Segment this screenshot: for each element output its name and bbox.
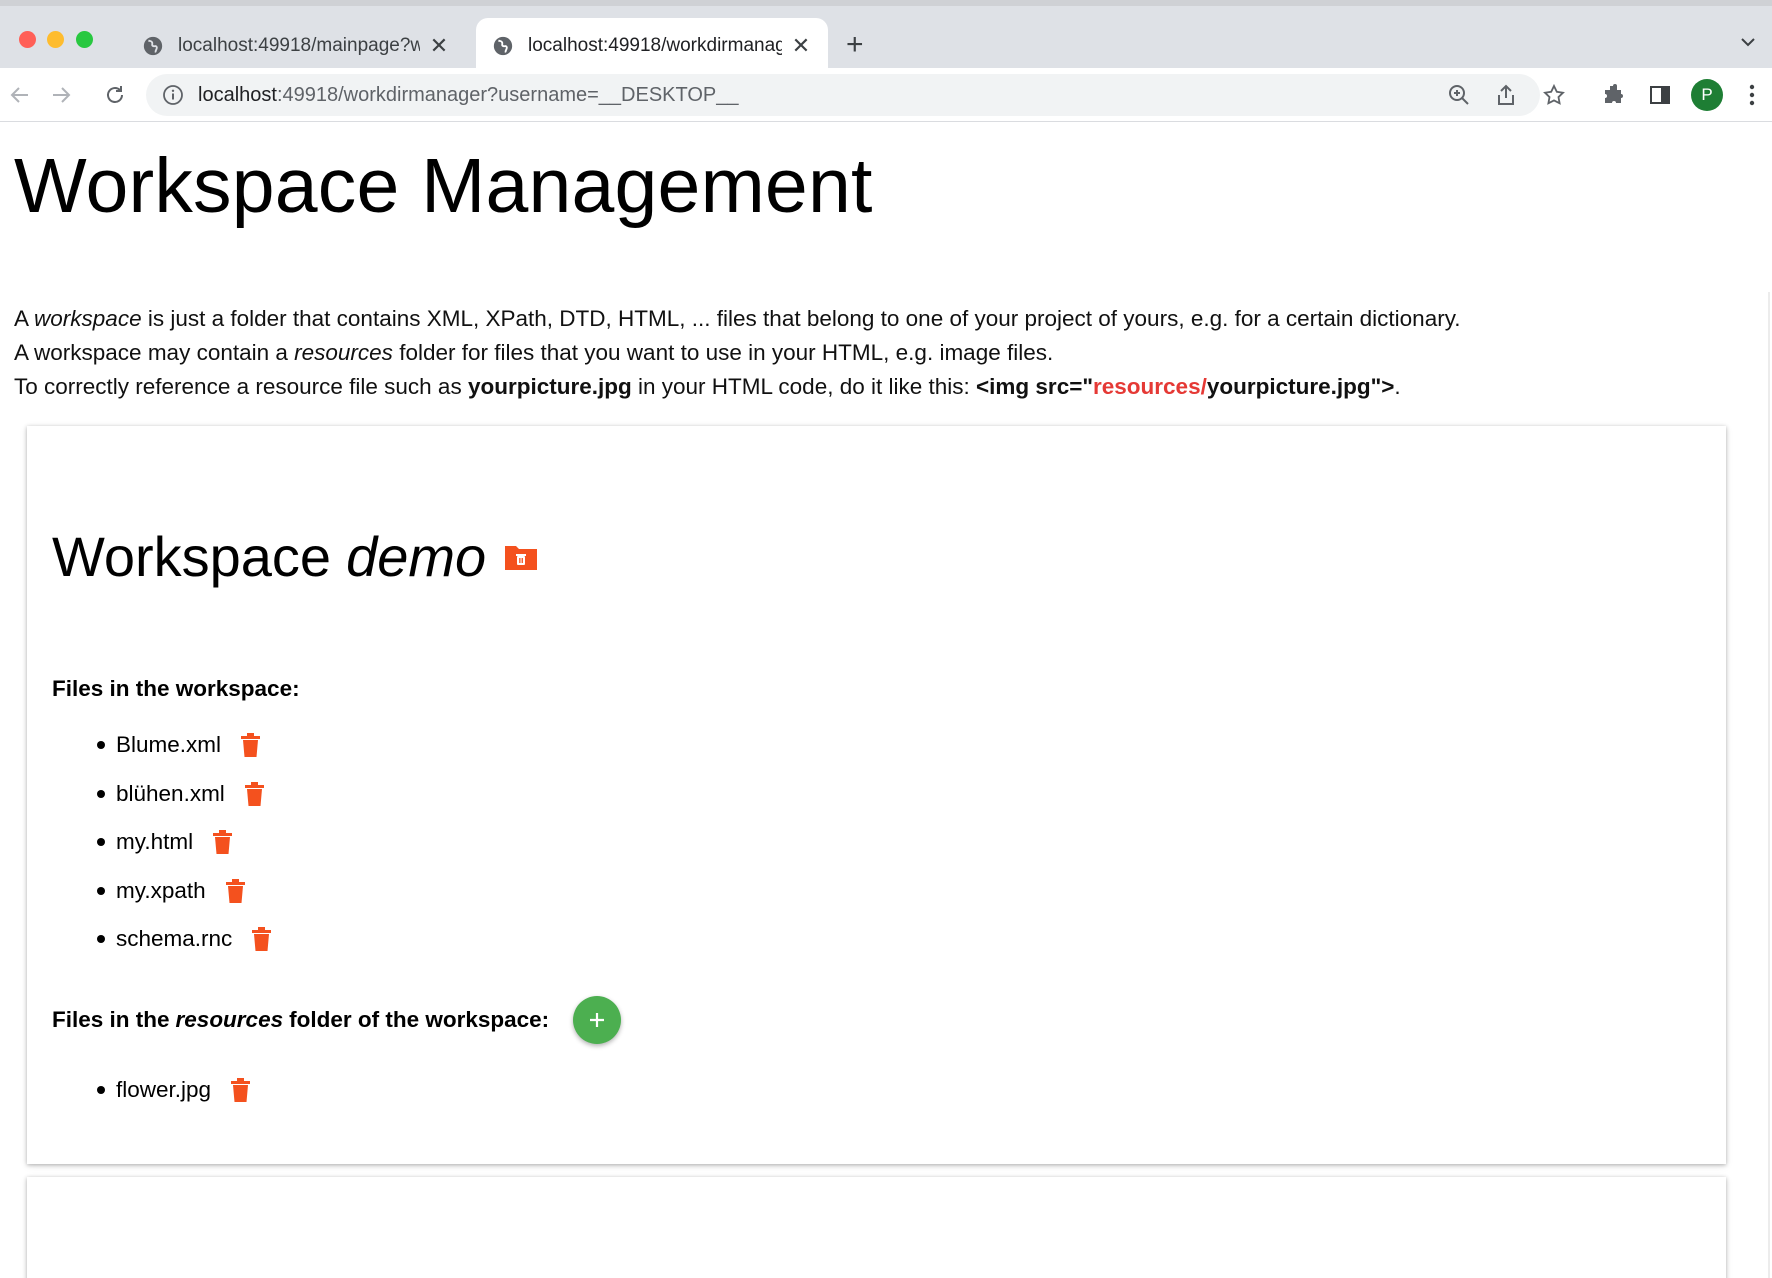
new-tab-button[interactable]: + <box>846 30 864 60</box>
add-resource-button[interactable] <box>573 996 622 1044</box>
tab-close-icon[interactable]: ✕ <box>428 33 450 59</box>
trash-icon[interactable] <box>252 927 272 952</box>
back-button[interactable] <box>5 80 35 110</box>
intro-text: A workspace is just a folder that contai… <box>14 302 1461 404</box>
emphasis: workspace <box>34 306 142 331</box>
workspace-card: Workspace demo Files in the workspace: B… <box>27 426 1726 1164</box>
reload-button[interactable] <box>100 80 130 110</box>
scrollbar[interactable] <box>1768 292 1770 1278</box>
resources-heading: Files in the resources folder of the wor… <box>52 996 622 1044</box>
trash-icon[interactable] <box>213 830 233 855</box>
intro-line-1: A workspace is just a folder that contai… <box>14 302 1461 336</box>
text: A workspace may contain a <box>14 340 295 365</box>
list-item: my.html <box>97 818 271 867</box>
code-highlight: resources/ <box>1093 374 1207 399</box>
heading-emphasis: resources <box>175 1007 284 1032</box>
list-item: my.xpath <box>97 867 271 916</box>
file-name[interactable]: schema.rnc <box>116 926 232 952</box>
intro-line-2: A workspace may contain a resources fold… <box>14 336 1461 370</box>
heading-text: folder of the workspace: <box>289 1007 550 1032</box>
url-path: :49918/workdirmanager?username=__DESKTOP… <box>276 83 739 106</box>
bullet <box>97 886 105 895</box>
file-name[interactable]: blühen.xml <box>116 781 225 807</box>
puzzle-icon[interactable] <box>1601 83 1625 107</box>
text: A <box>14 306 35 331</box>
browser-toolbar: localhost:49918/workdirmanager?username=… <box>0 68 1772 122</box>
text: . <box>1394 374 1401 399</box>
plus-icon <box>590 1013 605 1027</box>
bullet <box>97 741 105 750</box>
url-text: localhost:49918/workdirmanager?username=… <box>198 84 739 107</box>
bullet <box>97 838 105 847</box>
text: folder for files that you want to use in… <box>392 340 1054 365</box>
intro-line-3: To correctly reference a resource file s… <box>14 370 1461 404</box>
window-close-button[interactable] <box>19 31 36 48</box>
folder-delete-icon[interactable] <box>504 543 538 571</box>
bullet <box>97 1086 105 1095</box>
resource-list: flower.jpg <box>97 1066 251 1115</box>
window-minimize-button[interactable] <box>47 31 64 48</box>
bullet <box>97 789 105 798</box>
trash-icon[interactable] <box>241 733 261 758</box>
next-workspace-card <box>27 1177 1726 1278</box>
chevron-down-icon[interactable] <box>1740 36 1756 48</box>
workspace-title: Workspace demo <box>52 524 538 589</box>
resource-name[interactable]: flower.jpg <box>116 1077 211 1103</box>
more-vert-icon[interactable] <box>1748 83 1756 107</box>
file-name[interactable]: Blume.xml <box>116 732 221 758</box>
arrow-right-icon <box>53 87 71 103</box>
globe-icon <box>143 36 163 56</box>
heading-text: Files in the <box>52 1007 170 1032</box>
trash-icon[interactable] <box>225 878 245 903</box>
emphasis: resources <box>294 340 393 365</box>
file-name[interactable]: my.xpath <box>116 878 206 904</box>
url-host: localhost <box>198 83 277 106</box>
address-bar[interactable]: localhost:49918/workdirmanager?username=… <box>146 74 1540 116</box>
share-icon[interactable] <box>1494 83 1518 107</box>
side-panel-icon[interactable] <box>1648 83 1672 107</box>
tab-bar: localhost:49918/mainpage?workdir ✕ local… <box>0 0 1772 74</box>
tab-title: localhost:49918/workdirmanager <box>528 35 782 56</box>
arrow-left-icon <box>10 87 28 103</box>
window-zoom-button[interactable] <box>76 31 93 48</box>
list-item: Blume.xml <box>97 721 271 770</box>
list-item: blühen.xml <box>97 770 271 819</box>
bold-filename: yourpicture.jpg <box>467 374 632 399</box>
globe-icon <box>493 36 513 56</box>
file-list: Blume.xml blühen.xml my.html my.xpath sc <box>97 721 272 964</box>
tab-close-icon[interactable]: ✕ <box>790 33 812 59</box>
file-name[interactable]: my.html <box>116 829 193 855</box>
trash-icon[interactable] <box>244 781 264 806</box>
bullet <box>97 935 105 944</box>
page-title: Workspace Management <box>14 143 873 229</box>
info-icon[interactable] <box>162 84 184 106</box>
code-text: yourpicture.jpg"> <box>1206 374 1395 399</box>
star-icon[interactable] <box>1542 83 1566 107</box>
zoom-icon[interactable] <box>1447 83 1471 107</box>
page-content: Workspace Management A workspace is just… <box>0 122 1772 1278</box>
text: To correctly reference a resource file s… <box>14 374 468 399</box>
tab-mainpage[interactable]: localhost:49918/mainpage?workdir ✕ <box>126 18 466 74</box>
profile-avatar[interactable]: P <box>1691 79 1723 111</box>
list-item: flower.jpg <box>97 1066 251 1115</box>
tab-workdirmanager[interactable]: localhost:49918/workdirmanager ✕ <box>476 18 828 74</box>
text: in your HTML code, do it like this: <box>631 374 977 399</box>
list-item: schema.rnc <box>97 915 272 964</box>
code-example: <img src="resources/yourpicture.jpg"> <box>976 374 1394 399</box>
trash-icon[interactable] <box>231 1078 251 1103</box>
workspace-title-prefix: Workspace <box>52 525 332 588</box>
text: is just a folder that contains XML, XPat… <box>141 306 1461 331</box>
files-heading: Files in the workspace: <box>52 676 300 701</box>
workspace-name: demo <box>346 525 487 588</box>
reload-icon <box>107 86 123 103</box>
code-text: <img src=" <box>976 374 1094 399</box>
tab-title: localhost:49918/mainpage?workdir <box>178 35 420 56</box>
forward-button[interactable] <box>46 80 76 110</box>
